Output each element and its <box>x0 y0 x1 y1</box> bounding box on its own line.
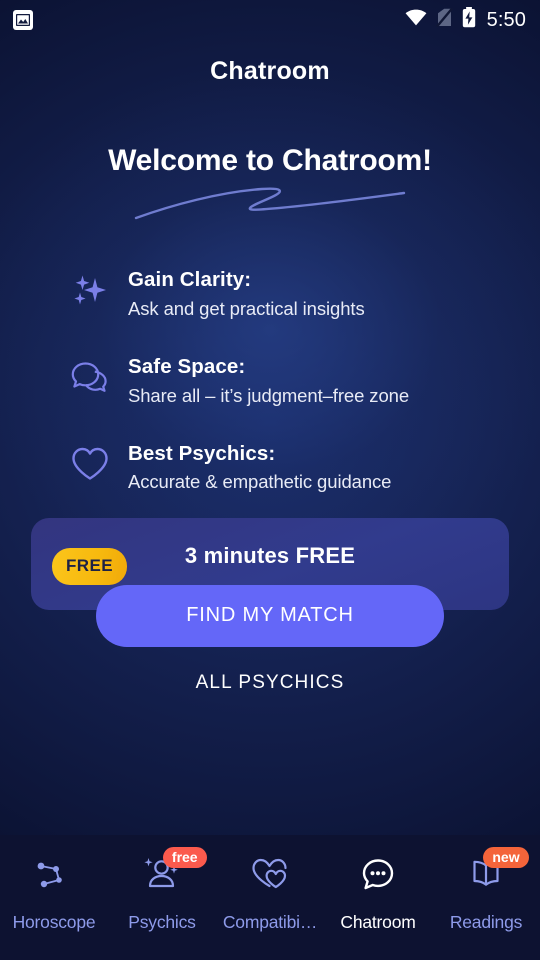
nav-label: Readings <box>449 912 523 932</box>
nav-item-readings[interactable]: new Readings <box>432 847 540 933</box>
nav-label: Horoscope <box>12 912 96 932</box>
app-root: 5:50 Chatroom Welcome to Chatroom! Gain … <box>0 0 540 960</box>
benefit-text: Safe Space: Share all – it’s judgment–fr… <box>128 353 409 409</box>
status-bar-left <box>13 10 33 30</box>
benefit-item-best-psychics: Best Psychics: Accurate & empathetic gui… <box>70 440 514 496</box>
person-sparkle-icon: free <box>139 847 207 897</box>
benefit-text: Best Psychics: Accurate & empathetic gui… <box>128 440 391 496</box>
battery-charging-icon <box>462 7 476 33</box>
nav-label: Chatroom <box>340 912 416 932</box>
benefit-subtitle: Share all – it’s judgment–free zone <box>128 384 410 406</box>
nav-badge-free: free <box>162 847 207 868</box>
photo-icon <box>13 10 33 30</box>
bottom-navigation: Horoscope free Psychics Compatibi… Chatr… <box>0 835 540 960</box>
no-sim-icon <box>435 7 453 32</box>
squiggle-underline-icon <box>0 180 540 222</box>
benefit-subtitle: Accurate & empathetic guidance <box>128 471 392 493</box>
hero-section: Welcome to Chatroom! <box>0 144 540 222</box>
nav-item-horoscope[interactable]: Horoscope <box>0 851 108 933</box>
benefit-subtitle: Ask and get practical insights <box>128 297 365 319</box>
promo-title: 3 minutes FREE <box>184 542 356 568</box>
status-bar: 5:50 <box>0 0 540 40</box>
find-my-match-button[interactable]: FIND MY MATCH <box>96 584 444 647</box>
wifi-icon <box>405 9 427 31</box>
chat-dots-icon <box>356 851 400 897</box>
page-title: Chatroom <box>210 56 330 85</box>
benefits-list: Gain Clarity: Ask and get practical insi… <box>0 266 540 496</box>
double-heart-icon <box>248 851 292 897</box>
open-book-icon: new <box>464 847 529 897</box>
free-badge: FREE <box>52 547 127 585</box>
nav-item-compatibility[interactable]: Compatibi… <box>216 851 324 933</box>
nav-label: Psychics <box>128 912 196 932</box>
all-psychics-link[interactable]: ALL PSYCHICS <box>0 672 540 694</box>
constellation-icon <box>32 851 76 897</box>
benefit-title: Best Psychics: <box>128 441 276 465</box>
status-bar-right: 5:50 <box>405 7 526 33</box>
benefit-text: Gain Clarity: Ask and get practical insi… <box>128 266 365 322</box>
promo-section: FREE 3 minutes FREE FIND MY MATCH <box>0 517 540 647</box>
benefit-title: Gain Clarity: <box>128 268 252 291</box>
promo-card: FREE 3 minutes FREE FIND MY MATCH <box>31 517 509 647</box>
benefit-title: Safe Space: <box>128 354 246 378</box>
heart-icon <box>70 442 110 486</box>
hero-title: Welcome to Chatroom! <box>108 144 432 177</box>
benefit-item-safe-space: Safe Space: Share all – it’s judgment–fr… <box>70 353 514 409</box>
chat-bubbles-icon <box>70 355 110 399</box>
sparkles-icon <box>70 268 110 312</box>
nav-badge-new: new <box>483 847 529 868</box>
app-header: Chatroom <box>0 40 540 102</box>
nav-item-chatroom[interactable]: Chatroom <box>324 851 432 933</box>
nav-label: Compatibi… <box>222 912 318 932</box>
benefit-item-gain-clarity: Gain Clarity: Ask and get practical insi… <box>70 266 514 322</box>
status-bar-clock: 5:50 <box>486 8 526 31</box>
nav-item-psychics[interactable]: free Psychics <box>108 847 216 933</box>
